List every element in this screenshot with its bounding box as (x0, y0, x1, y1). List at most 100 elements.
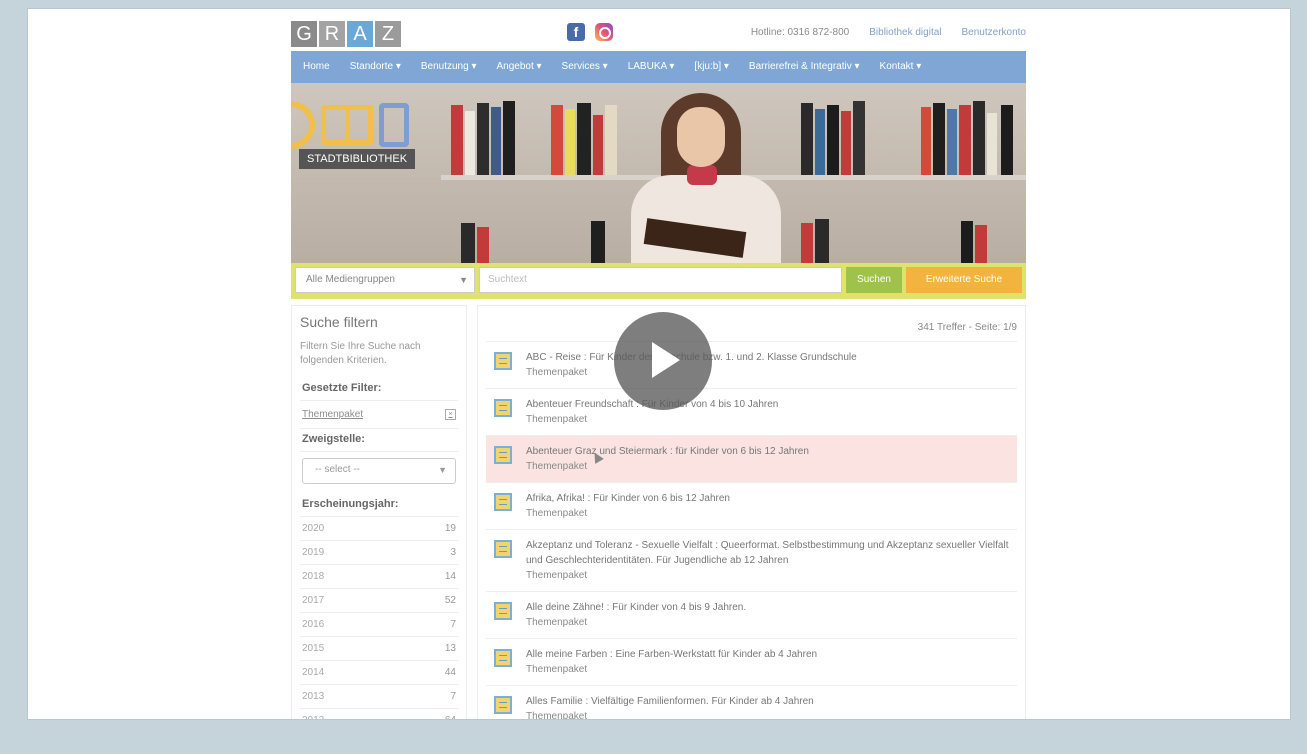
book (477, 103, 489, 175)
book (933, 103, 945, 175)
result-title[interactable]: Alles Familie : Vielfältige Familienform… (526, 694, 814, 709)
book (921, 107, 931, 175)
book (801, 103, 813, 175)
result-type: Themenpaket (526, 508, 588, 519)
result-title[interactable]: Afrika, Afrika! : Für Kinder von 6 bis 1… (526, 491, 730, 506)
book (841, 111, 851, 175)
result-row[interactable]: Abenteuer Freundschaft : Für Kinder von … (486, 388, 1017, 435)
set-filters-label: Gesetzte Filter: (300, 378, 458, 401)
year-value: 2016 (302, 619, 325, 630)
year-facet[interactable]: 2017 52 (300, 589, 458, 613)
digital-library-link[interactable]: Bibliothek digital (869, 27, 941, 38)
book (1001, 105, 1013, 175)
year-facet[interactable]: 2014 44 (300, 661, 458, 685)
book (801, 223, 813, 263)
facebook-icon[interactable]: f (567, 23, 585, 41)
instagram-icon[interactable] (595, 23, 613, 41)
book (959, 105, 971, 175)
year-facet[interactable]: 2013 7 (300, 685, 458, 709)
year-facet[interactable]: 2019 3 (300, 541, 458, 565)
nav-item-standorte[interactable]: Standorte ▾ (340, 51, 411, 83)
nav-item-barrierefrei[interactable]: Barrierefrei & Integrativ ▾ (739, 51, 870, 83)
logo-letter: G (291, 21, 317, 47)
result-title[interactable]: Akzeptanz und Toleranz - Sexuelle Vielfa… (526, 538, 1009, 568)
year-facet[interactable]: 2016 7 (300, 613, 458, 637)
branch-select[interactable]: -- select -- ▼ (302, 458, 456, 484)
sidebar-intro: Filtern Sie Ihre Suche nach folgenden Kr… (300, 341, 421, 366)
book (815, 219, 829, 263)
year-facet[interactable]: 2012 64 (300, 709, 458, 719)
active-filter[interactable]: Themenpaket × (300, 401, 458, 429)
nav-item-kjub[interactable]: [kju:b] ▾ (684, 51, 738, 83)
result-row[interactable]: Akzeptanz und Toleranz - Sexuelle Vielfa… (486, 529, 1017, 591)
hotline-text: Hotline: 0316 872-800 (750, 27, 850, 38)
year-value: 2018 (302, 571, 325, 582)
year-count: 13 (444, 643, 456, 654)
chevron-down-icon: ▼ (438, 465, 447, 475)
theme-package-icon (494, 446, 512, 464)
nav-item-home[interactable]: Home (291, 51, 340, 83)
result-title[interactable]: Abenteuer Graz und Steiermark : für Kind… (526, 444, 809, 459)
year-facet[interactable]: 2015 13 (300, 637, 458, 661)
results-panel: 341 Treffer - Seite: 1/9 ABC - Reise : F… (477, 305, 1026, 719)
media-group-select[interactable]: Alle Mediengruppen ▼ (295, 267, 475, 293)
nav-item-kontakt[interactable]: Kontakt ▾ (870, 51, 932, 83)
result-row[interactable]: Afrika, Afrika! : Für Kinder von 6 bis 1… (486, 482, 1017, 529)
book (577, 103, 591, 175)
search-input[interactable]: Suchtext (479, 267, 842, 293)
active-filter-label[interactable]: Themenpaket (302, 409, 363, 420)
year-value: 2015 (302, 643, 325, 654)
nav-item-labuka[interactable]: LABUKA ▾ (618, 51, 685, 83)
nav-item-benutzung[interactable]: Benutzung ▾ (411, 51, 487, 83)
book (961, 221, 973, 263)
theme-package-icon (494, 493, 512, 511)
result-row[interactable]: Alle deine Zähne! : Für Kinder von 4 bis… (486, 591, 1017, 638)
book (591, 221, 605, 263)
result-row[interactable]: Alles Familie : Vielfältige Familienform… (486, 685, 1017, 719)
book (853, 101, 865, 175)
book (975, 225, 987, 263)
sidebar-title: Suche filtern (300, 314, 378, 330)
search-button[interactable]: Suchen (846, 267, 902, 293)
result-type: Themenpaket (526, 664, 588, 675)
main-nav: Home Standorte ▾ Benutzung ▾ Angebot ▾ S… (291, 51, 1026, 83)
branch-select-value: -- select -- (315, 464, 360, 475)
result-title[interactable]: Alle meine Farben : Eine Farben-Werkstat… (526, 647, 817, 662)
disc-icon (291, 101, 315, 149)
result-row[interactable]: Alle meine Farben : Eine Farben-Werkstat… (486, 638, 1017, 685)
remove-filter-icon[interactable]: × (445, 409, 456, 420)
year-count: 3 (450, 547, 456, 558)
book-icon (321, 105, 373, 145)
advanced-search-button[interactable]: Erweiterte Suche (906, 267, 1022, 293)
nav-item-services[interactable]: Services ▾ (552, 51, 618, 83)
result-type: Themenpaket (526, 461, 588, 472)
book (605, 105, 617, 175)
book (551, 105, 563, 175)
book (491, 107, 501, 175)
result-title[interactable]: Alle deine Zähne! : Für Kinder von 4 bis… (526, 600, 746, 615)
result-row-hovered[interactable]: Abenteuer Graz und Steiermark : für Kind… (486, 435, 1017, 482)
chevron-down-icon: ▼ (459, 275, 468, 285)
logo-letter: R (319, 21, 345, 47)
hits-count: 341 Treffer - Seite: 1/9 (917, 322, 1017, 333)
year-facet[interactable]: 2020 19 (300, 517, 458, 541)
logo-letter: A (347, 21, 373, 47)
year-count: 64 (445, 715, 456, 719)
document-icon (379, 103, 409, 147)
book (987, 113, 997, 175)
result-type: Themenpaket (526, 414, 588, 425)
theme-package-icon (494, 399, 512, 417)
year-value: 2014 (302, 667, 325, 678)
year-facet[interactable]: 2018 14 (300, 565, 458, 589)
theme-package-icon (494, 649, 512, 667)
account-link[interactable]: Benutzerkonto (962, 27, 1027, 38)
nav-item-angebot[interactable]: Angebot ▾ (486, 51, 551, 83)
video-play-button[interactable] (614, 312, 712, 410)
result-row[interactable]: ABC - Reise : Für Kinder der Vorschule b… (486, 341, 1017, 388)
hero-banner: STADTBIBLIOTHEK (291, 83, 1026, 263)
brand-icons (291, 101, 409, 149)
year-value: 2012 (302, 715, 324, 719)
year-label: Erscheinungsjahr: (300, 494, 458, 517)
graz-logo[interactable]: G R A Z (291, 21, 401, 47)
book (973, 101, 985, 175)
